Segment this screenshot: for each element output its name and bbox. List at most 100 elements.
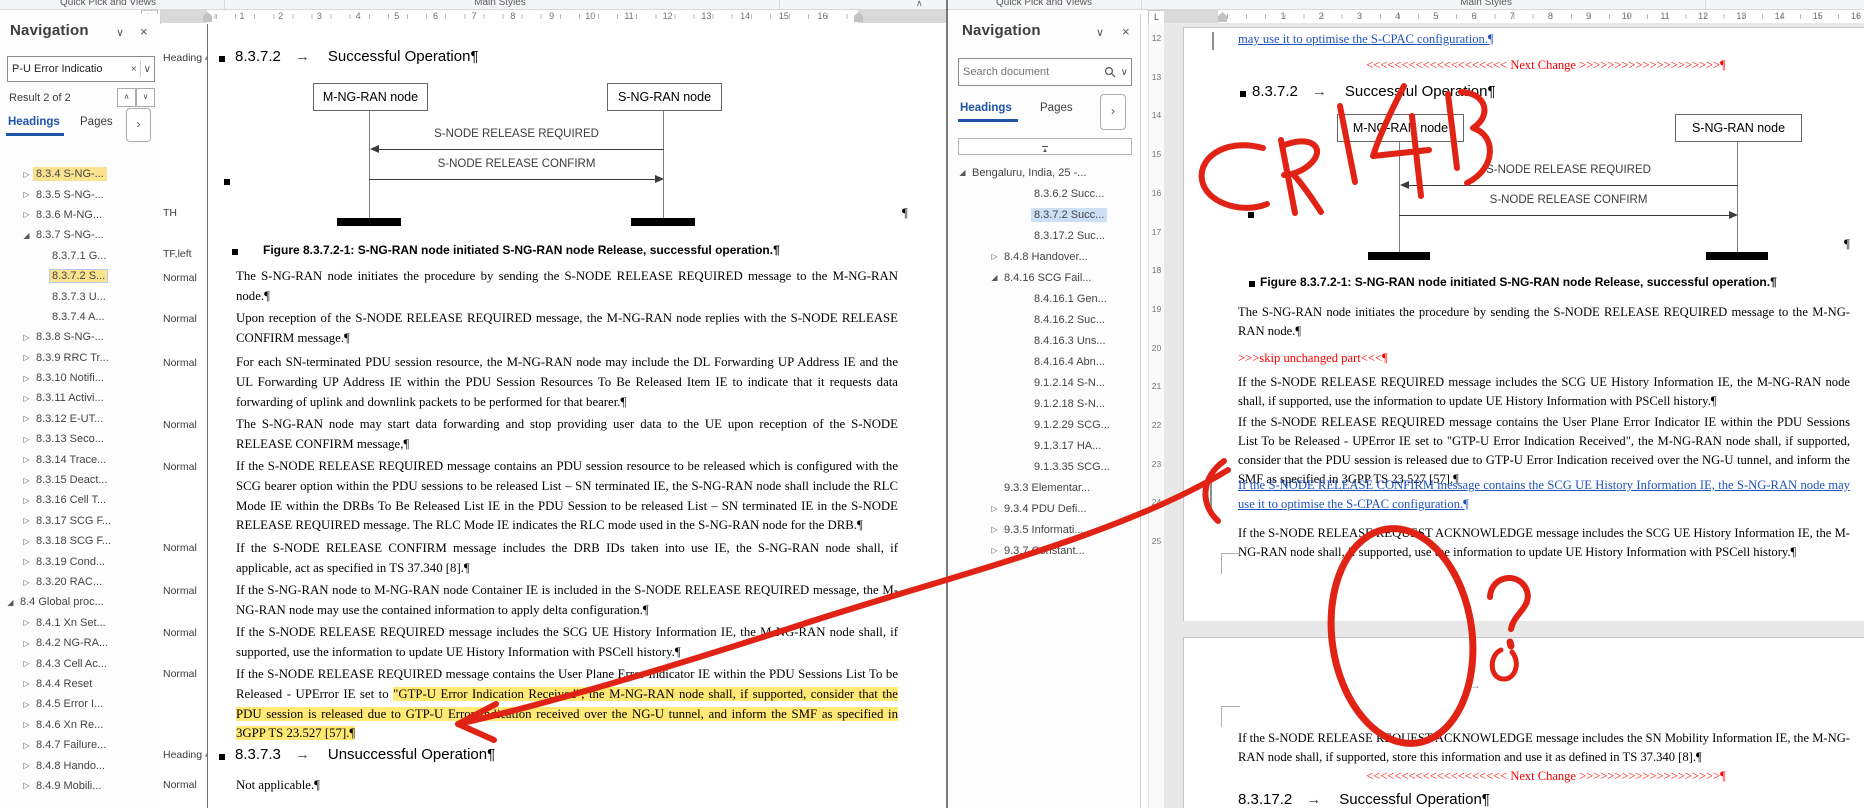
paragraph[interactable]: The S-NG-RAN node initiates the procedur… <box>1238 303 1850 341</box>
nav-item[interactable]: 8.4.16.2 Suc... <box>948 309 1140 330</box>
nav-item[interactable]: 8.3.7.3 U... <box>0 286 160 306</box>
tab-pages[interactable]: Pages <box>80 116 113 128</box>
expand-triangle-icon[interactable]: ▷ <box>20 639 33 648</box>
paragraph[interactable]: If the S-NODE RELEASE REQUEST ACKNOWLEDG… <box>1238 524 1850 562</box>
nav-item[interactable]: ◢8.4 Global proc... <box>0 592 160 612</box>
tab-headings[interactable]: Headings <box>8 116 60 128</box>
expand-triangle-icon[interactable]: ▷ <box>20 394 33 403</box>
figure-caption[interactable]: Figure 8.3.7.2-1: S-NG-RAN node initiate… <box>1260 275 1777 289</box>
nav-item[interactable]: 8.4.16.4 Abn... <box>948 351 1140 372</box>
expand-triangle-icon[interactable]: ▷ <box>20 659 33 668</box>
nav-item[interactable]: 8.3.7.4 A... <box>0 307 160 327</box>
document-left[interactable]: 8.3.7.2→Successful Operation¶ M-NG-RAN n… <box>208 24 946 808</box>
expand-triangle-icon[interactable]: ▷ <box>20 455 33 464</box>
nav-item[interactable]: ▷8.3.5 S-NG-... <box>0 184 160 204</box>
paragraph[interactable]: For each SN-terminated PDU session resou… <box>236 353 898 412</box>
nav-item[interactable]: 8.3.6.2 Succ... <box>948 183 1140 204</box>
search-box[interactable]: ∨ <box>958 58 1132 86</box>
expand-triangle-icon[interactable]: ▷ <box>20 578 33 587</box>
nav-item[interactable]: 9.1.2.29 SCG... <box>948 414 1140 435</box>
expand-triangle-icon[interactable]: ◢ <box>956 168 969 177</box>
nav-item[interactable]: ▷8.4.6 Xn Re... <box>0 715 160 735</box>
tab-selector-button[interactable]: L <box>1148 10 1165 25</box>
paragraph[interactable]: Not applicable.¶ <box>236 776 898 796</box>
expand-triangle-icon[interactable]: ▷ <box>20 700 33 709</box>
inserted-text-line[interactable]: may use it to optimise the S-CPAC config… <box>1238 30 1850 49</box>
expand-triangle-icon[interactable]: ▷ <box>20 720 33 729</box>
expand-triangle-icon[interactable]: ▷ <box>20 210 33 219</box>
paragraph[interactable]: Upon reception of the S-NODE RELEASE REQ… <box>236 309 898 349</box>
paragraph[interactable]: The S-NG-RAN node initiates the procedur… <box>236 267 898 307</box>
sequence-diagram-figure[interactable]: M-NG-RAN node S-NG-RAN node S-NODE RELEA… <box>208 83 946 253</box>
nav-item[interactable]: ▷8.3.20 RAC... <box>0 572 160 592</box>
nav-item[interactable]: 8.3.17.2 Suc... <box>948 225 1140 246</box>
nav-item[interactable]: ▷8.3.12 E-UT... <box>0 409 160 429</box>
more-tabs-button[interactable]: › <box>1100 94 1126 130</box>
expand-triangle-icon[interactable]: ▷ <box>988 525 1001 534</box>
nav-item[interactable]: ▷8.3.18 SCG F... <box>0 531 160 551</box>
navigation-options-icon[interactable]: ∨ <box>116 26 124 39</box>
navigation-options-icon[interactable]: ∨ <box>1096 26 1104 39</box>
nav-item[interactable]: ▷9.3.4 PDU Defi... <box>948 498 1140 519</box>
nav-item[interactable]: 9.3.3 Elementar... <box>948 477 1140 498</box>
nav-item[interactable]: ◢8.4.16 SCG Fail... <box>948 267 1140 288</box>
nav-item[interactable]: ▷8.3.14 Trace... <box>0 449 160 469</box>
expand-triangle-icon[interactable]: ▷ <box>20 333 33 342</box>
document-right[interactable]: may use it to optimise the S-CPAC config… <box>1164 23 1864 808</box>
nav-item[interactable]: ▷8.3.11 Activi... <box>0 388 160 408</box>
expand-triangle-icon[interactable]: ▷ <box>20 618 33 627</box>
vertical-ruler[interactable]: 1213141516171819202122232425 <box>1148 24 1165 808</box>
next-result-button[interactable]: ∨ <box>136 88 155 107</box>
nav-item[interactable]: 8.4.16.1 Gen... <box>948 288 1140 309</box>
heading-8373[interactable]: 8.3.7.3→Unsuccessful Operation¶ <box>235 746 495 763</box>
expand-triangle-icon[interactable]: ▷ <box>20 516 33 525</box>
nav-item[interactable]: ▷8.3.16 Cell T... <box>0 490 160 510</box>
search-box[interactable]: × ∨ <box>7 56 155 82</box>
nav-item[interactable]: ▷8.3.4 S-NG-... <box>0 164 160 184</box>
expand-triangle-icon[interactable]: ▷ <box>20 414 33 423</box>
nav-item[interactable]: ▷8.3.17 SCG F... <box>0 511 160 531</box>
expand-triangle-icon[interactable]: ▷ <box>20 557 33 566</box>
nav-item[interactable]: ▷8.4.7 Failure... <box>0 735 160 755</box>
paragraph[interactable]: The S-NG-RAN node may start data forward… <box>236 415 898 455</box>
nav-item[interactable]: ▷8.3.6 M-NG... <box>0 205 160 225</box>
sequence-diagram-figure[interactable]: M-NG-RAN node S-NG-RAN node S-NODE RELEA… <box>1164 114 1864 284</box>
nav-item[interactable]: ▷8.4.4 Reset <box>0 674 160 694</box>
expand-triangle-icon[interactable]: ▷ <box>20 435 33 444</box>
expand-triangle-icon[interactable]: ▷ <box>988 546 1001 555</box>
previous-result-button[interactable]: ∧ <box>117 88 136 107</box>
nav-item[interactable]: ▷9.3.7 Constant... <box>948 540 1140 561</box>
heading-8372[interactable]: 8.3.7.2→Successful Operation¶ <box>235 48 479 65</box>
nav-item[interactable]: ▷9.3.5 Informati... <box>948 519 1140 540</box>
nav-item[interactable]: ▷8.3.10 Notifi... <box>0 368 160 388</box>
expand-triangle-icon[interactable]: ▷ <box>20 781 33 790</box>
nav-item[interactable]: 9.1.2.14 S-N... <box>948 372 1140 393</box>
expand-triangle-icon[interactable]: ◢ <box>20 231 33 240</box>
scroll-to-top-button[interactable]: ▲ <box>958 138 1132 155</box>
expand-triangle-icon[interactable]: ▷ <box>20 679 33 688</box>
expand-triangle-icon[interactable]: ▷ <box>20 190 33 199</box>
paragraph[interactable]: If the S-NODE RELEASE CONFIRM message in… <box>236 539 898 579</box>
nav-item[interactable]: ▷8.4.1 Xn Set... <box>0 613 160 633</box>
nav-item[interactable]: ▷8.4.2 NG-RA... <box>0 633 160 653</box>
nav-item[interactable]: ▷8.3.13 Seco... <box>0 429 160 449</box>
expand-triangle-icon[interactable]: ▷ <box>20 476 33 485</box>
expand-triangle-icon[interactable]: ◢ <box>988 273 1001 282</box>
expand-triangle-icon[interactable]: ▷ <box>988 252 1001 261</box>
paragraph[interactable]: If the S-NODE RELEASE REQUIRED message c… <box>236 457 898 536</box>
nav-item[interactable]: ▷8.4.9 Mobili... <box>0 776 160 796</box>
paragraph[interactable]: If the S-NODE RELEASE REQUEST ACKNOWLEDG… <box>1238 729 1850 767</box>
next-change-marker[interactable]: <<<<<<<<<<<<<<<<<<<< Next Change >>>>>>>… <box>1238 767 1854 786</box>
expand-triangle-icon[interactable]: ▷ <box>20 496 33 505</box>
nav-item[interactable]: ▷8.4.8 Handover... <box>948 246 1140 267</box>
search-input[interactable] <box>959 66 1102 78</box>
nav-item[interactable]: 8.3.7.2 Succ... <box>948 204 1140 225</box>
nav-item[interactable]: ▷8.3.19 Cond... <box>0 551 160 571</box>
paragraph[interactable]: If the S-NODE RELEASE REQUIRED message i… <box>236 623 898 663</box>
close-icon[interactable]: × <box>1122 24 1130 39</box>
nav-item[interactable]: ▷8.4.5 Error I... <box>0 694 160 714</box>
ribbon-collapse-icon[interactable]: ∧ <box>916 0 923 9</box>
paragraph-highlighted[interactable]: If the S-NODE RELEASE REQUIRED message c… <box>236 665 898 744</box>
expand-triangle-icon[interactable]: ▷ <box>20 170 33 179</box>
more-tabs-button[interactable]: › <box>126 108 151 142</box>
